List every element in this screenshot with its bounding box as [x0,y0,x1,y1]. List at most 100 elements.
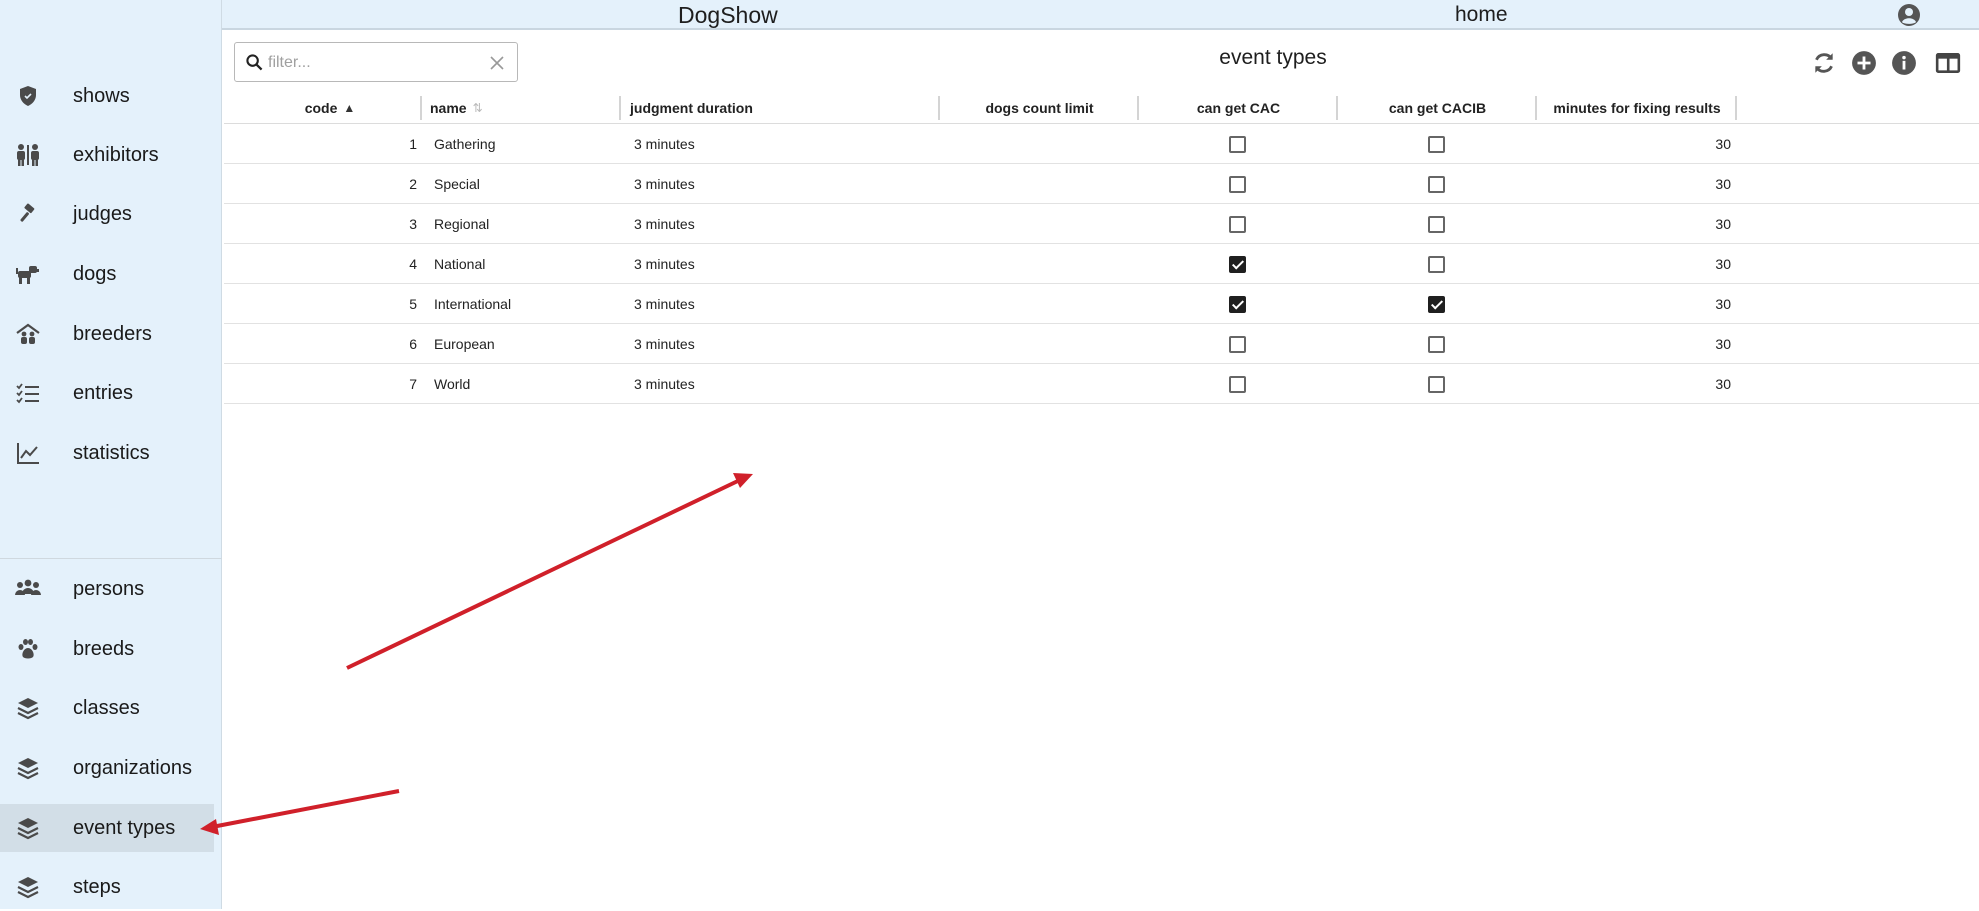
limit-cell [940,244,1139,284]
limit-cell [940,124,1139,164]
column-label: judgment duration [630,100,753,116]
column-header-minutes-for-fixing-results[interactable]: minutes for fixing results [1537,92,1737,124]
table-row[interactable]: 3 Regional 3 minutes 30 [224,204,1979,244]
sidebar-item-event-types[interactable]: event types [0,804,214,852]
close-icon[interactable] [489,55,505,71]
duration-cell: 3 minutes [634,376,695,392]
sidebar-item-label: entries [73,381,134,404]
columns-icon[interactable] [1935,50,1961,76]
sidebar-item-persons[interactable]: persons [0,565,214,613]
can-get-cac-checkbox[interactable] [1229,376,1246,393]
sidebar-item-exhibitors[interactable]: exhibitors [0,131,214,179]
minutes-cell: 30 [1715,176,1731,192]
column-divider [1735,96,1737,120]
name-cell: World [434,376,471,392]
can-get-cac-checkbox[interactable] [1229,176,1246,193]
dog-icon [15,262,41,286]
minutes-cell: 30 [1715,216,1731,232]
column-header-can-get-cacib[interactable]: can get CACIB [1338,92,1537,124]
sidebar-item-dogs[interactable]: dogs [0,250,214,298]
sidebar-item-steps[interactable]: steps [0,863,214,911]
duration-cell: 3 minutes [634,176,695,192]
code-cell: 3 [409,216,417,232]
home-link[interactable]: home [1455,3,1508,27]
layers-icon [15,756,41,780]
sidebar-item-label: steps [73,875,121,898]
gavel-icon [15,202,41,226]
main-content: event types code ▲ name ⇅ judgment durat… [223,32,1979,909]
sidebar-item-entries[interactable]: entries [0,369,214,417]
can-get-cacib-checkbox[interactable] [1428,216,1445,233]
can-get-cacib-checkbox[interactable] [1428,376,1445,393]
can-get-cac-checkbox[interactable] [1229,216,1246,233]
sidebar-item-breeders[interactable]: breeders [0,310,214,358]
sidebar-item-label: breeds [73,637,135,660]
can-get-cacib-checkbox[interactable] [1428,176,1445,193]
table-header: code ▲ name ⇅ judgment duration dogs cou… [224,92,1979,124]
refresh-icon[interactable] [1811,50,1837,76]
top-bar: DogShow home [222,0,1979,30]
sidebar-item-shows[interactable]: shows [0,72,214,120]
sidebar-item-label: dogs [73,262,117,285]
column-header-can-get-cac[interactable]: can get CAC [1139,92,1338,124]
account-icon[interactable] [1897,3,1921,27]
breeders-icon [15,322,41,346]
limit-cell [940,284,1139,324]
sidebar-item-label: event types [73,816,176,839]
table-row[interactable]: 5 International 3 minutes 30 [224,284,1979,324]
minutes-cell: 30 [1715,136,1731,152]
sidebar-item-statistics[interactable]: statistics [0,429,214,477]
chart-line-icon [15,441,41,465]
search-icon [246,54,263,71]
page-title: event types [1219,46,1327,69]
code-cell: 1 [409,136,417,152]
can-get-cac-checkbox[interactable] [1229,336,1246,353]
sidebar-divider [0,558,222,559]
sort-icon: ⇅ [472,101,483,115]
limit-cell [940,204,1139,244]
can-get-cac-checkbox[interactable] [1229,256,1246,273]
sidebar-item-judges[interactable]: judges [0,190,214,238]
column-label: code [304,100,338,116]
can-get-cacib-checkbox[interactable] [1428,136,1445,153]
can-get-cac-checkbox[interactable] [1229,136,1246,153]
column-header-judgment-duration[interactable]: judgment duration [621,92,940,124]
table-row[interactable]: 6 European 3 minutes 30 [224,324,1979,364]
layers-icon [15,875,41,899]
can-get-cacib-checkbox[interactable] [1428,256,1445,273]
table-row[interactable]: 4 National 3 minutes 30 [224,244,1979,284]
sidebar-item-label: judges [73,202,132,225]
sidebar-item-label: classes [73,696,140,719]
add-icon[interactable] [1851,50,1877,76]
name-cell: National [434,256,486,272]
can-get-cacib-checkbox[interactable] [1428,296,1445,313]
minutes-cell: 30 [1715,336,1731,352]
checklist-icon [15,381,41,405]
column-label: name [430,100,467,116]
can-get-cacib-checkbox[interactable] [1428,336,1445,353]
sidebar: shows exhibitors judges dogs breeders en… [0,0,222,909]
layers-icon [15,816,41,840]
sidebar-item-organizations[interactable]: organizations [0,744,214,792]
column-header-code[interactable]: code ▲ [224,92,422,124]
info-icon[interactable] [1891,50,1917,76]
table-row[interactable]: 7 World 3 minutes 30 [224,364,1979,404]
sidebar-item-classes[interactable]: classes [0,684,214,732]
group-icon [15,577,41,601]
column-header-name[interactable]: name ⇅ [422,92,621,124]
table-row[interactable]: 2 Special 3 minutes 30 [224,164,1979,204]
code-cell: 2 [409,176,417,192]
column-label: dogs count limit [985,100,1094,116]
name-cell: Regional [434,216,490,232]
paw-icon [15,637,41,661]
layers-icon [15,696,41,720]
sidebar-item-label: breeders [73,322,152,345]
column-label: can get CAC [1196,100,1281,116]
column-header-dogs-count-limit[interactable]: dogs count limit [940,92,1139,124]
filter-field[interactable] [234,42,518,82]
table-row[interactable]: 1 Gathering 3 minutes 30 [224,124,1979,164]
filter-input[interactable] [268,51,478,75]
can-get-cac-checkbox[interactable] [1229,296,1246,313]
sidebar-item-breeds[interactable]: breeds [0,625,214,673]
shield-icon [15,84,41,108]
